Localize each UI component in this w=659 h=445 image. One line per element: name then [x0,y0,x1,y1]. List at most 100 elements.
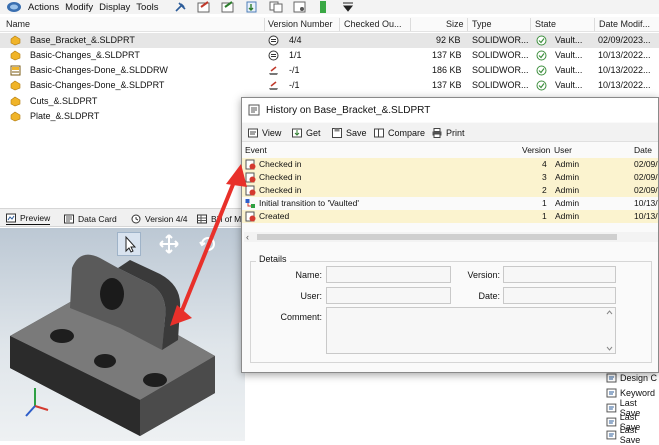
tab-label: Preview [20,213,51,223]
property-label: Last Save [619,424,641,445]
bom-icon [197,214,207,223]
col-version-number[interactable]: Version Number [268,19,333,29]
file-date: 02/09/2023... [598,35,651,45]
col-type[interactable]: Type [472,19,492,29]
history-event: Checked in [259,185,302,195]
check-in-icon[interactable] [220,1,236,13]
print-label: Print [446,127,465,138]
get-icon [292,128,302,137]
file-row[interactable]: Basic-Changes-Done_&.SLDDRW -/1 186 KB S… [0,63,659,78]
file-size: 92 KB [436,35,461,45]
rotate-tool-button[interactable] [196,232,220,256]
date-label: Date: [478,291,500,301]
history-date: 10/13/ [634,198,658,208]
copy-icon[interactable] [268,1,284,13]
tab-data-card[interactable]: Data Card [64,212,117,225]
file-row[interactable]: Base_Bracket_&.SLDPRT 4/4 92 KB SOLIDWOR… [0,33,659,48]
history-row[interactable]: Checked in 2 Admin 02/09/ [242,184,658,197]
vault-app-icon [7,2,21,12]
user-field[interactable] [326,287,451,304]
dialog-title-bar[interactable]: History on Base_Bracket_&.SLDPRT [242,98,658,122]
history-event: Checked in [259,172,302,182]
file-date: 10/13/2022... [598,80,651,90]
col-date[interactable]: Date [634,145,652,155]
state-check-icon [536,65,547,76]
file-row[interactable]: Basic-Changes_&.SLDPRT 1/1 137 KB SOLIDW… [0,48,659,63]
tab-label: Bill of M [211,213,242,224]
col-checked-out[interactable]: Checked Ou... [344,19,402,29]
compare-icon [374,128,384,137]
printer-icon [432,127,442,138]
compare-button[interactable]: Compare [374,126,425,139]
file-version: 4/4 [289,35,302,45]
property-item[interactable]: Last Save [606,425,659,445]
select-tool-button[interactable] [117,232,141,256]
col-state[interactable]: State [535,19,556,29]
print-button[interactable]: Print [432,126,465,139]
pin-icon[interactable] [172,1,188,13]
green-bar-icon[interactable] [316,1,332,13]
tab-preview[interactable]: Preview [6,212,51,225]
version-field[interactable] [503,266,616,283]
history-version: 3 [542,172,547,182]
scroll-left-icon[interactable]: ‹ [246,232,249,242]
file-date: 10/13/2022... [598,50,651,60]
save-button[interactable]: Save [332,126,367,139]
version-status-icon [268,35,279,46]
compare-label: Compare [388,127,426,138]
check-out-icon[interactable] [196,1,212,13]
tab-label: Version 4/4 [145,213,188,224]
dialog-toolbar: View Get Save Compare Print [242,123,658,142]
history-dialog: History on Base_Bracket_&.SLDPRT View Ge… [241,97,659,373]
file-state: Vault... [555,35,583,45]
name-field[interactable] [326,266,451,283]
history-event: Initial transition to 'Vaulted' [259,198,359,208]
property-label: Design C [620,372,658,383]
menu-modify[interactable]: Modify [65,2,93,13]
col-user[interactable]: User [554,145,572,155]
menu-actions[interactable]: Actions [28,2,59,13]
history-user: Admin [555,185,580,195]
comment-field[interactable] [326,307,616,354]
file-type: SOLIDWOR... [472,65,529,75]
pan-tool-button[interactable] [157,232,181,256]
col-size[interactable]: Size [446,19,464,29]
file-type: SOLIDWOR... [472,50,529,60]
preview-viewport[interactable] [0,228,245,441]
get-latest-icon[interactable] [244,1,260,13]
history-row[interactable]: Checked in 4 Admin 02/09/ [242,158,658,171]
comment-label: Comment: [280,312,322,322]
scrollbar-thumb[interactable] [257,234,617,240]
file-row[interactable]: Basic-Changes-Done_&.SLDPRT -/1 137 KB S… [0,78,659,93]
properties-icon[interactable] [292,1,308,13]
workflow-transition-icon [245,199,255,208]
history-date: 02/09/ [634,159,658,169]
col-version[interactable]: Version [522,145,550,155]
col-event[interactable]: Event [245,145,267,155]
comment-scrollbar[interactable] [605,309,614,352]
col-date-modified[interactable]: Date Modif... [599,19,650,29]
file-state: Vault... [555,50,583,60]
history-row[interactable]: Initial transition to 'Vaulted' 1 Admin … [242,197,658,210]
menu-display[interactable]: Display [99,2,130,13]
save-label: Save [346,127,367,138]
state-check-icon [536,35,547,46]
history-version: 4 [542,159,547,169]
file-name: Plate_&.SLDPRT [30,111,100,121]
menu-tools[interactable]: Tools [136,2,158,13]
history-table-header: Event Version User Date [242,144,658,157]
view-button[interactable]: View [248,126,281,139]
date-field[interactable] [503,287,616,304]
history-event: Created [259,211,290,221]
dropdown-arrow-icon[interactable] [340,1,356,13]
history-row[interactable]: Created 1 Admin 10/13/ [242,210,658,223]
col-name[interactable]: Name [6,19,30,29]
history-horizontal-scrollbar[interactable]: ‹ [244,232,658,242]
file-type: SOLIDWOR... [472,35,529,45]
part-file-icon [10,96,21,107]
history-row[interactable]: Checked in 3 Admin 02/09/ [242,171,658,184]
tab-version[interactable]: Version 4/4 [131,212,188,225]
checked-in-icon [245,172,256,183]
get-button[interactable]: Get [292,126,321,139]
tab-bill-of-materials[interactable]: Bill of M [197,212,241,225]
